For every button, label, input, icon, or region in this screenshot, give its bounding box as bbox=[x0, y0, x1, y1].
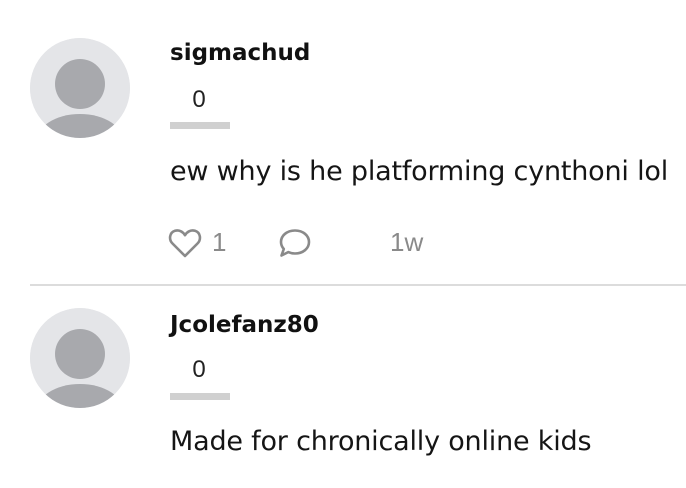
like-count: 1 bbox=[212, 227, 227, 257]
vote-count: 0 bbox=[192, 356, 206, 383]
comment-username[interactable]: sigmachud bbox=[170, 40, 310, 66]
default-user-icon bbox=[30, 38, 130, 138]
default-user-icon bbox=[30, 308, 130, 408]
comment-item: Jcolefanz80 0 Made for chronically onlin… bbox=[0, 286, 686, 488]
comment-text: Made for chronically online kids bbox=[170, 426, 592, 457]
avatar[interactable] bbox=[30, 38, 130, 138]
avatar[interactable] bbox=[30, 308, 130, 408]
vote-bar[interactable] bbox=[170, 122, 230, 129]
vote-count: 0 bbox=[192, 86, 206, 113]
speech-bubble-icon[interactable] bbox=[278, 227, 312, 264]
comment-timestamp: 1w bbox=[390, 227, 424, 257]
comment-item: sigmachud 0 ew why is he platforming cyn… bbox=[0, 0, 686, 284]
heart-icon[interactable] bbox=[168, 227, 202, 264]
comment-text: ew why is he platforming cynthoni lol bbox=[170, 156, 669, 187]
comment-username[interactable]: Jcolefanz80 bbox=[170, 312, 319, 338]
vote-bar[interactable] bbox=[170, 393, 230, 400]
comment-actions: 1 1w bbox=[168, 227, 468, 261]
